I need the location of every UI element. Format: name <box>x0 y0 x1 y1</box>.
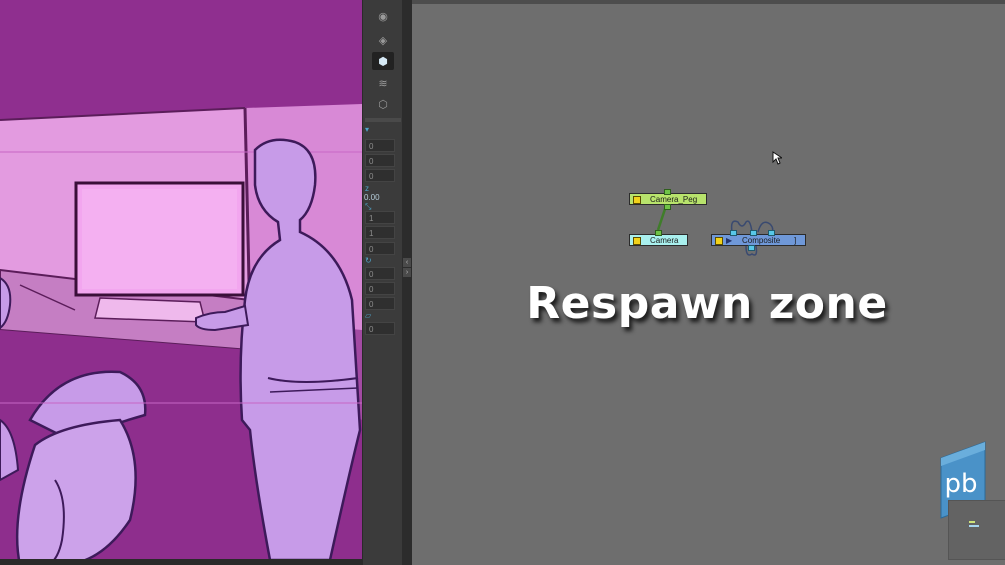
skew-icon: ▱ <box>365 311 372 320</box>
camera-view-icon[interactable]: ◉ <box>372 7 394 25</box>
position-icon: ▾ <box>365 125 370 134</box>
navigator-minimap[interactable] <box>948 500 1005 560</box>
rotation-x-field[interactable]: 0 <box>365 267 395 280</box>
minimap-node <box>969 521 975 523</box>
node-label: Camera <box>650 236 679 245</box>
position-z-field[interactable]: 0 <box>365 169 395 182</box>
position-x-field[interactable]: 0 <box>365 139 395 152</box>
in-port[interactable] <box>750 230 757 236</box>
node-composite[interactable]: ▶ Composite ] <box>711 234 806 246</box>
in-port[interactable] <box>768 230 775 236</box>
node-suffix: ] <box>794 236 797 245</box>
scale-y-field[interactable]: 1 <box>365 226 395 239</box>
side-view-icon[interactable]: ⬡ <box>372 95 394 113</box>
overlay-title: Respawn zone <box>526 278 888 329</box>
scale-x-field[interactable]: 1 <box>365 211 395 224</box>
layer-stack-icon[interactable]: ≋ <box>372 74 394 92</box>
scale-icon: ⤡ <box>365 202 372 211</box>
toolbar-separator <box>365 118 401 122</box>
in-port[interactable] <box>730 230 737 236</box>
rotation-z-field[interactable]: 0 <box>365 297 395 310</box>
rotation-icon: ↻ <box>365 256 372 265</box>
position-y-field[interactable]: 0 <box>365 154 395 167</box>
composite-play-icon[interactable]: ▶ <box>726 235 732 246</box>
node-enable-icon[interactable] <box>633 196 641 204</box>
view-tool-strip: ◉ ◈ ⬢ ≋ ⬡ ▾ 0 0 0 z 0.00 ⤡ 1 1 0 ↻ 0 0 0… <box>362 0 403 565</box>
out-port[interactable] <box>748 245 755 251</box>
z-value-readout: 0.00 <box>364 193 380 202</box>
z-depth-icon: z <box>365 184 369 193</box>
in-port[interactable] <box>655 230 662 236</box>
3d-cube-icon[interactable]: ⬢ <box>372 52 394 70</box>
skew-field[interactable]: 0 <box>365 322 395 335</box>
mouse-cursor-icon <box>772 151 782 165</box>
panel-splitter[interactable]: ‹ › <box>402 0 412 565</box>
top-view-icon[interactable]: ◈ <box>372 31 394 49</box>
in-port[interactable] <box>664 189 671 195</box>
node-enable-icon[interactable] <box>633 237 641 245</box>
collapse-left-icon[interactable]: ‹ <box>403 258 411 267</box>
node-enable-icon[interactable] <box>715 237 723 245</box>
logo-text: pb <box>944 469 977 499</box>
rotation-y-field[interactable]: 0 <box>365 282 395 295</box>
camera-viewport[interactable] <box>0 0 362 565</box>
status-bar <box>0 559 362 565</box>
node-label: Camera_Peg <box>650 195 698 204</box>
scale-z-field[interactable]: 0 <box>365 242 395 255</box>
node-view[interactable]: Camera_Peg Camera ▶ Composite ] Respawn … <box>412 0 1005 565</box>
out-port[interactable] <box>664 204 671 210</box>
scene-artwork <box>0 0 362 565</box>
minimap-node <box>969 525 979 527</box>
collapse-right-icon[interactable]: › <box>403 268 411 277</box>
